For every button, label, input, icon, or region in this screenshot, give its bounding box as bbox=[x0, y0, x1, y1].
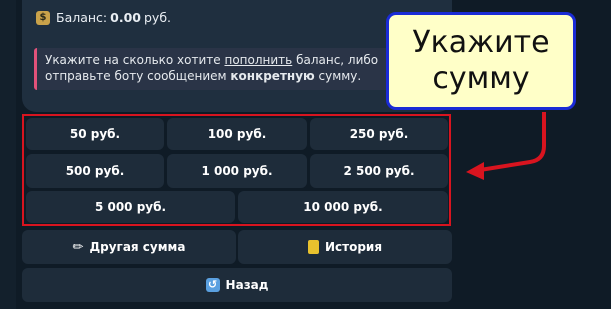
callout-arrow bbox=[466, 112, 546, 180]
callout-line-2: сумму bbox=[432, 61, 530, 96]
callout-line-1: Укажите bbox=[412, 25, 550, 60]
back-label: Назад bbox=[225, 278, 269, 292]
pencil-icon: ✏ bbox=[72, 239, 84, 255]
other-amount-label: Другая сумма bbox=[89, 240, 186, 254]
back-arrow-icon: ↺ bbox=[205, 278, 220, 292]
history-button[interactable]: История bbox=[238, 230, 452, 264]
other-amount-button[interactable]: ✏ Другая сумма bbox=[22, 230, 236, 264]
balance-label: Баланс: bbox=[56, 10, 108, 25]
amount-highlight-frame bbox=[22, 114, 451, 226]
balance-value: 0.00 bbox=[110, 10, 141, 25]
callout-note: Укажите сумму bbox=[386, 12, 576, 110]
callout-arrow-head bbox=[466, 162, 484, 180]
quote-text-1: Укажите на сколько хотите bbox=[45, 53, 225, 67]
back-button[interactable]: ↺ Назад bbox=[22, 268, 452, 302]
quote-bold-word: конкретную bbox=[230, 69, 315, 83]
history-label: История bbox=[324, 240, 383, 254]
callout-arrow-line bbox=[479, 112, 546, 172]
quote-underlined-word: пополнить bbox=[224, 53, 293, 67]
notepad-icon bbox=[307, 240, 319, 254]
quote-text-3: сумму. bbox=[314, 69, 362, 83]
chat-left-rail bbox=[0, 0, 16, 309]
money-bag-icon: $ bbox=[36, 10, 50, 25]
instruction-quote: Укажите на сколько хотите пополнить бала… bbox=[34, 48, 434, 90]
balance-currency: руб. bbox=[144, 10, 172, 25]
balance-line: $ Баланс: 0.00 руб. bbox=[36, 10, 171, 25]
